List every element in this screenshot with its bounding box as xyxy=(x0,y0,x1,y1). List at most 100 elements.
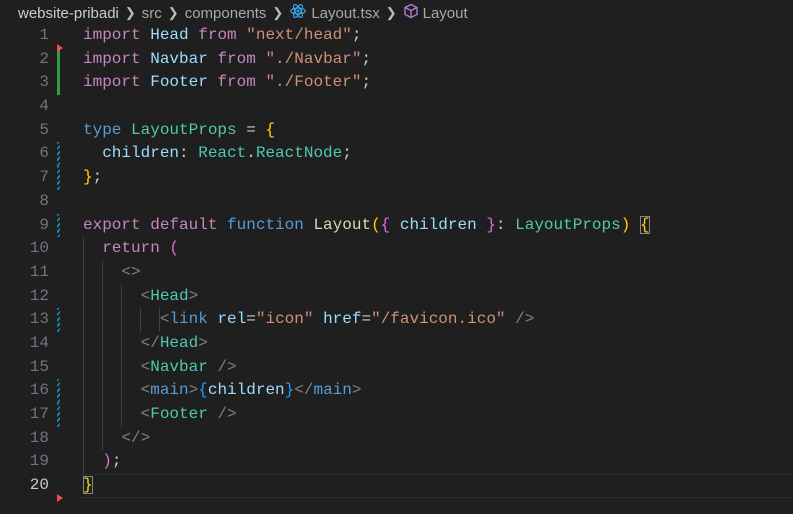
code-token: < xyxy=(140,405,151,423)
code-line[interactable]: 17 <Footer /> xyxy=(0,403,793,427)
git-modified-indicator[interactable] xyxy=(57,166,60,190)
code-token: ( xyxy=(169,239,180,258)
code-line[interactable]: 16 <main>{children}</main> xyxy=(0,379,793,403)
code-text: return ( xyxy=(83,237,179,261)
code-token: ; xyxy=(351,26,362,44)
code-token: from xyxy=(217,49,266,68)
code-token: } xyxy=(83,476,93,495)
code-token: main xyxy=(150,381,189,400)
code-line[interactable]: 19 ); xyxy=(0,450,793,475)
code-token: type xyxy=(83,120,132,139)
code-text: import Head from "next/head"; xyxy=(83,24,361,48)
code-text: <main>{children}</main> xyxy=(83,379,362,403)
git-deleted-indicator[interactable] xyxy=(57,493,63,502)
code-token: main xyxy=(313,381,352,400)
code-line[interactable]: 3 import Footer from "./Footer"; xyxy=(0,71,793,96)
git-added-indicator[interactable] xyxy=(57,71,60,96)
chevron-right-icon: ❯ xyxy=(272,5,284,20)
code-line[interactable]: 15 <Navbar /> xyxy=(0,355,793,380)
code-token: React xyxy=(198,144,247,163)
breadcrumb-item-components[interactable]: components xyxy=(185,5,267,22)
code-line[interactable]: 1 import Head from "next/head"; xyxy=(0,24,793,52)
git-modified-indicator[interactable] xyxy=(57,142,60,167)
line-number: 13 xyxy=(29,310,49,329)
code-line[interactable]: 18 </> xyxy=(0,426,793,451)
git-modified-indicator[interactable] xyxy=(57,308,60,332)
code-token: ; xyxy=(342,144,352,163)
code-token: ; xyxy=(361,49,372,68)
code-token: "/favicon.ico" xyxy=(371,310,516,329)
code-token: { xyxy=(639,215,650,234)
code-token: > xyxy=(188,286,199,305)
breadcrumb-item-project[interactable]: website-pribadi xyxy=(18,5,119,22)
code-token: } xyxy=(83,168,93,187)
code-token: rel xyxy=(217,310,247,329)
code-line[interactable]: 2 import Navbar from "./Navbar"; xyxy=(0,47,793,72)
code-token: /> xyxy=(217,405,237,423)
code-text: export default function Layout({ childre… xyxy=(83,214,650,238)
git-modified-indicator[interactable] xyxy=(57,379,60,403)
git-modified-indicator[interactable] xyxy=(57,403,60,427)
code-line[interactable]: 14 </Head> xyxy=(0,331,793,356)
code-token: ReactNode xyxy=(255,144,343,163)
line-number: 5 xyxy=(39,120,49,139)
code-token: = xyxy=(246,310,256,329)
breadcrumb-item-src[interactable]: src xyxy=(142,5,162,22)
code-token: < xyxy=(159,310,170,329)
react-icon xyxy=(289,3,307,23)
line-number: 3 xyxy=(39,73,49,92)
code-token: href xyxy=(323,310,362,329)
line-number: 9 xyxy=(39,215,49,234)
code-text: <link rel="icon" href="/favicon.ico" /> xyxy=(83,308,535,332)
git-deleted-indicator[interactable] xyxy=(57,43,63,52)
code-editor[interactable]: 1 import Head from "next/head"; 2 import Na… xyxy=(0,24,793,502)
code-token: > xyxy=(198,333,208,352)
code-line[interactable]: 13 <link rel="icon" href="/favicon.ico" … xyxy=(0,308,793,332)
code-line[interactable]: 20} xyxy=(0,474,793,502)
code-text: type LayoutProps = { xyxy=(83,119,275,143)
line-number: 15 xyxy=(29,357,49,376)
code-line[interactable]: 8 xyxy=(0,190,793,214)
code-token: </> xyxy=(121,428,151,447)
code-token: default xyxy=(150,215,228,234)
code-token: "icon" xyxy=(255,310,324,329)
line-number: 11 xyxy=(29,262,49,281)
code-token: children xyxy=(83,144,180,163)
code-token: ) xyxy=(620,215,631,234)
code-line[interactable]: 10 return ( xyxy=(0,237,793,261)
code-text: }; xyxy=(83,166,102,190)
code-token: </ xyxy=(140,333,160,352)
code-token: Navbar xyxy=(150,357,218,376)
code-token: <> xyxy=(121,262,141,281)
code-token: LayoutProps xyxy=(131,120,247,139)
code-token: = xyxy=(361,310,372,329)
code-token: Footer xyxy=(150,73,218,92)
code-line[interactable]: 6 children: React.ReactNode; xyxy=(0,142,793,167)
code-token: Head xyxy=(150,26,199,44)
code-token: /> xyxy=(515,310,535,329)
line-number: 10 xyxy=(29,239,49,258)
line-number: 6 xyxy=(39,144,49,163)
breadcrumb-item-file[interactable]: Layout.tsx xyxy=(311,5,379,22)
code-text: <Footer /> xyxy=(83,403,237,427)
code-line[interactable]: 7}; xyxy=(0,166,793,190)
code-token: /> xyxy=(217,357,237,376)
code-line[interactable]: 9 export default function Layout({ childr… xyxy=(0,213,793,238)
git-modified-indicator[interactable] xyxy=(57,213,60,238)
code-token: } xyxy=(284,381,295,400)
code-line[interactable]: 11 <> xyxy=(0,260,793,285)
code-line[interactable]: 5 type LayoutProps = { xyxy=(0,119,793,143)
breadcrumb-item-symbol[interactable]: Layout xyxy=(423,5,468,22)
code-token: </ xyxy=(294,381,314,400)
code-line[interactable]: 12 <Head> xyxy=(0,284,793,309)
code-token: "./Footer" xyxy=(265,73,362,92)
code-line[interactable]: 4 xyxy=(0,95,793,119)
code-token: Head xyxy=(159,333,199,352)
code-text: <Navbar /> xyxy=(83,356,237,380)
